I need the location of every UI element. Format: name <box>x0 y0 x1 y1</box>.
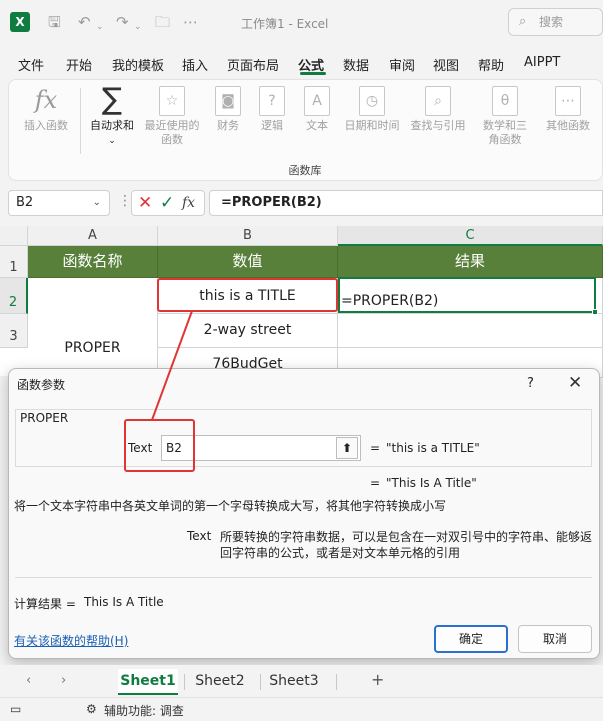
add-sheet-icon[interactable]: + <box>371 670 384 689</box>
cell-mode-icon: ▭ <box>10 702 22 716</box>
tab-separator <box>184 674 185 690</box>
sheet-tab-1[interactable]: Sheet1 <box>118 669 178 695</box>
sheet-tab-2[interactable]: Sheet2 <box>190 669 250 695</box>
annotation-connector <box>151 310 193 421</box>
accessibility-status[interactable]: 辅助功能: 调查 <box>104 702 184 719</box>
tab-separator <box>260 674 261 690</box>
annotation-line <box>151 310 193 421</box>
prev-sheet-icon[interactable]: ‹ <box>26 673 31 688</box>
sheet-tab-3[interactable]: Sheet3 <box>264 669 324 695</box>
next-sheet-icon[interactable]: › <box>61 673 66 688</box>
tab-separator <box>336 674 337 690</box>
accessibility-icon[interactable]: ⚙ <box>86 702 97 716</box>
